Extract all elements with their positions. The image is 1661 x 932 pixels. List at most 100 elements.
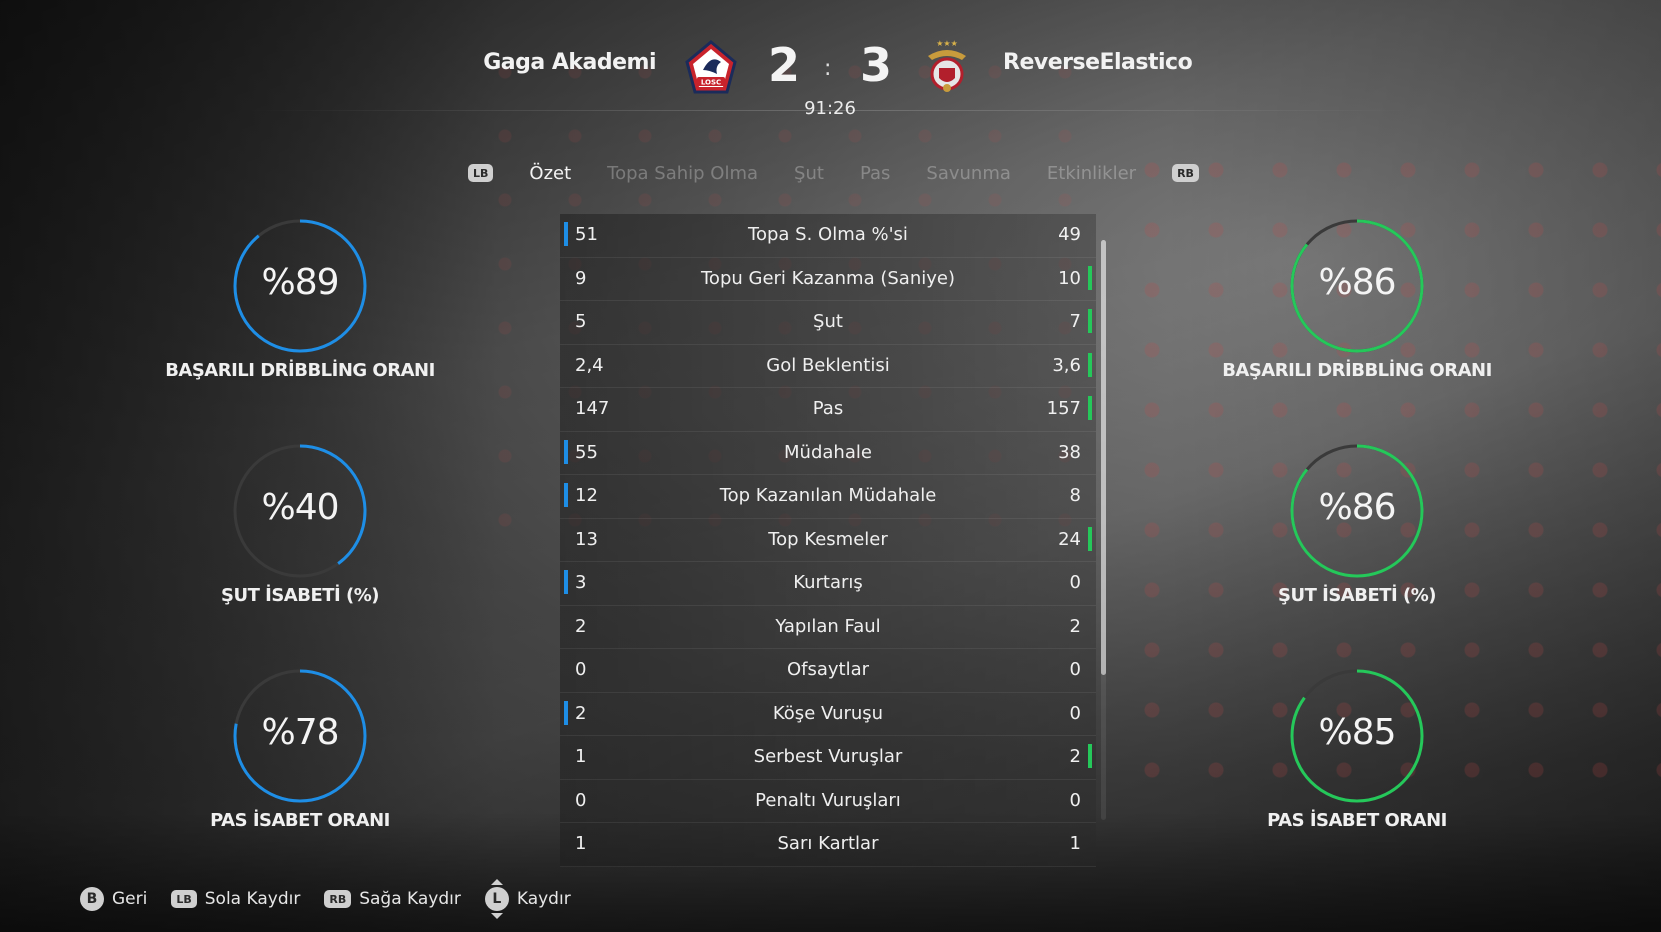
home-team-name: Gaga Akademi — [483, 50, 656, 75]
stat-away-value: 2 — [1069, 746, 1081, 767]
stat-label: Kurtarış — [793, 572, 863, 593]
away-ring-0: %86 — [1287, 216, 1427, 356]
tab-sut[interactable]: Şut — [794, 163, 824, 184]
score-separator: : — [824, 56, 832, 81]
stat-label: Şut — [813, 311, 843, 332]
stat-row: 3 Kurtarış 0 — [560, 562, 1096, 606]
stat-row: 51 Topa S. Olma %'si 49 — [560, 214, 1096, 258]
home-ring-0: %89 — [230, 216, 370, 356]
away-leader-bar — [1088, 396, 1092, 420]
ring-percent: %86 — [1318, 262, 1396, 303]
away-leader-bar — [1088, 265, 1092, 290]
stat-label: Müdahale — [784, 441, 872, 463]
home-score: 2 — [768, 38, 801, 92]
stat-row: 5 Şut 7 — [560, 301, 1096, 345]
stat-away-value: 38 — [1058, 441, 1081, 463]
ring-label: BAŞARILI DRİBBLİNG ORANI — [165, 360, 435, 381]
stat-row: 2 Yapılan Faul 2 — [560, 605, 1096, 649]
stat-label: Penaltı Vuruşları — [755, 789, 901, 811]
footer-controls: B Geri LB Sola Kaydır RB Sağa Kaydır L K… — [80, 879, 595, 919]
scroll-right-control[interactable]: RB Sağa Kaydır — [324, 889, 461, 909]
stat-away-value: 3,6 — [1052, 354, 1081, 376]
stat-label: Serbest Vuruşlar — [753, 746, 903, 767]
stat-row: 2 Köşe Vuruşu 0 — [560, 692, 1096, 736]
stat-label: Top Kesmeler — [768, 528, 888, 550]
rb-footer-icon: RB — [324, 890, 352, 908]
ring-percent: %89 — [261, 262, 339, 303]
lb-button-icon[interactable]: LB — [468, 164, 494, 182]
home-ring-2: %78 — [230, 666, 370, 806]
stat-row: 55 Müdahale 38 — [560, 431, 1096, 475]
tab-pas[interactable]: Pas — [860, 163, 890, 184]
stat-label: Sarı Kartlar — [777, 833, 879, 854]
stat-row: 2,4 Gol Beklentisi 3,6 — [560, 344, 1096, 388]
stat-away-value: 7 — [1069, 311, 1081, 332]
stat-row: 9 Topu Geri Kazanma (Saniye) 10 — [560, 257, 1096, 301]
tab-savunma[interactable]: Savunma — [926, 163, 1011, 184]
stat-label: Topu Geri Kazanma (Saniye) — [701, 267, 955, 289]
stat-row: 0 Penaltı Vuruşları 0 — [560, 779, 1096, 823]
stat-label: Gol Beklentisi — [766, 354, 890, 376]
stat-row: 1 Sarı Kartlar 1 — [560, 823, 1096, 867]
stat-away-value: 0 — [1069, 789, 1081, 811]
stat-away-value: 157 — [1046, 398, 1081, 419]
stat-label: Yapılan Faul — [775, 615, 881, 637]
stat-label: Köşe Vuruşu — [772, 702, 884, 724]
rb-button-icon[interactable]: RB — [1172, 164, 1199, 182]
ring-percent: %85 — [1318, 712, 1396, 753]
stat-label: Ofsaytlar — [786, 659, 870, 680]
tab-topa-sahip-olma[interactable]: Topa Sahip Olma — [607, 163, 758, 184]
away-leader-bar — [1088, 744, 1092, 768]
scroll-left-control[interactable]: LB Sola Kaydır — [171, 889, 300, 909]
home-crest-text: LOSC — [701, 79, 721, 87]
stat-away-value: 10 — [1058, 267, 1081, 289]
home-ring-1: %40 — [230, 441, 370, 581]
away-leader-bar — [1088, 352, 1092, 377]
ring-percent: %78 — [261, 712, 339, 753]
home-crest-icon: LOSC — [685, 40, 737, 94]
scroll-left-label: Sola Kaydır — [204, 889, 301, 909]
stat-row: 13 Top Kesmeler 24 — [560, 518, 1096, 562]
scrollbar-thumb[interactable] — [1101, 240, 1106, 675]
ring-percent: %86 — [1318, 487, 1396, 528]
away-leader-bar — [1088, 526, 1092, 551]
tab-bar: LB Özet Topa Sahip Olma Şut Pas Savunma … — [468, 160, 1199, 186]
stat-label: Pas — [812, 398, 844, 419]
away-ring-2: %85 — [1287, 666, 1427, 806]
away-crest-icon: ★★★ — [928, 39, 966, 92]
tab-ozet[interactable]: Özet — [529, 163, 571, 184]
stat-away-value: 24 — [1058, 528, 1081, 550]
ring-percent: %40 — [261, 487, 339, 528]
away-leader-bar — [1088, 309, 1092, 333]
away-team-name: ReverseElastico — [1003, 50, 1193, 75]
back-control[interactable]: B Geri — [80, 887, 147, 911]
stat-away-value: 0 — [1069, 659, 1081, 680]
scroll-right-label: Sağa Kaydır — [359, 889, 461, 909]
scroll-label: Kaydır — [516, 889, 571, 909]
ring-label: BAŞARILI DRİBBLİNG ORANI — [1222, 360, 1492, 381]
svg-text:★★★: ★★★ — [936, 39, 958, 48]
left-stick-icon: L — [484, 879, 509, 919]
scroll-control[interactable]: L Kaydır — [484, 879, 571, 919]
ring-label: PAS İSABET ORANI — [1267, 810, 1447, 831]
back-label: Geri — [112, 889, 148, 909]
stat-label: Top Kazanılan Müdahale — [719, 485, 937, 506]
stats-table[interactable]: 51 Topa S. Olma %'si 49 9 Topu Geri Kazanma … — [560, 214, 1096, 867]
lb-footer-icon: LB — [171, 890, 197, 908]
stat-away-value: 0 — [1069, 572, 1081, 593]
stat-row: 12 Top Kazanılan Müdahale 8 — [560, 475, 1096, 519]
stat-row: 0 Ofsaytlar 0 — [560, 649, 1096, 693]
away-score: 3 — [860, 38, 893, 92]
header-divider — [245, 110, 1415, 111]
ring-label: PAS İSABET ORANI — [210, 810, 390, 831]
away-ring-1: %86 — [1287, 441, 1427, 581]
stat-label: Topa S. Olma %'si — [748, 224, 908, 245]
stat-away-value: 1 — [1069, 833, 1081, 854]
tab-etkinlikler[interactable]: Etkinlikler — [1047, 163, 1136, 184]
stat-row: 147 Pas 157 — [560, 388, 1096, 432]
b-button-icon: B — [80, 887, 104, 911]
ring-label: ŞUT İSABETİ (%) — [1278, 585, 1436, 606]
stat-away-value: 2 — [1069, 615, 1081, 637]
stat-away-value: 8 — [1069, 485, 1081, 506]
stat-away-value: 0 — [1069, 702, 1081, 724]
